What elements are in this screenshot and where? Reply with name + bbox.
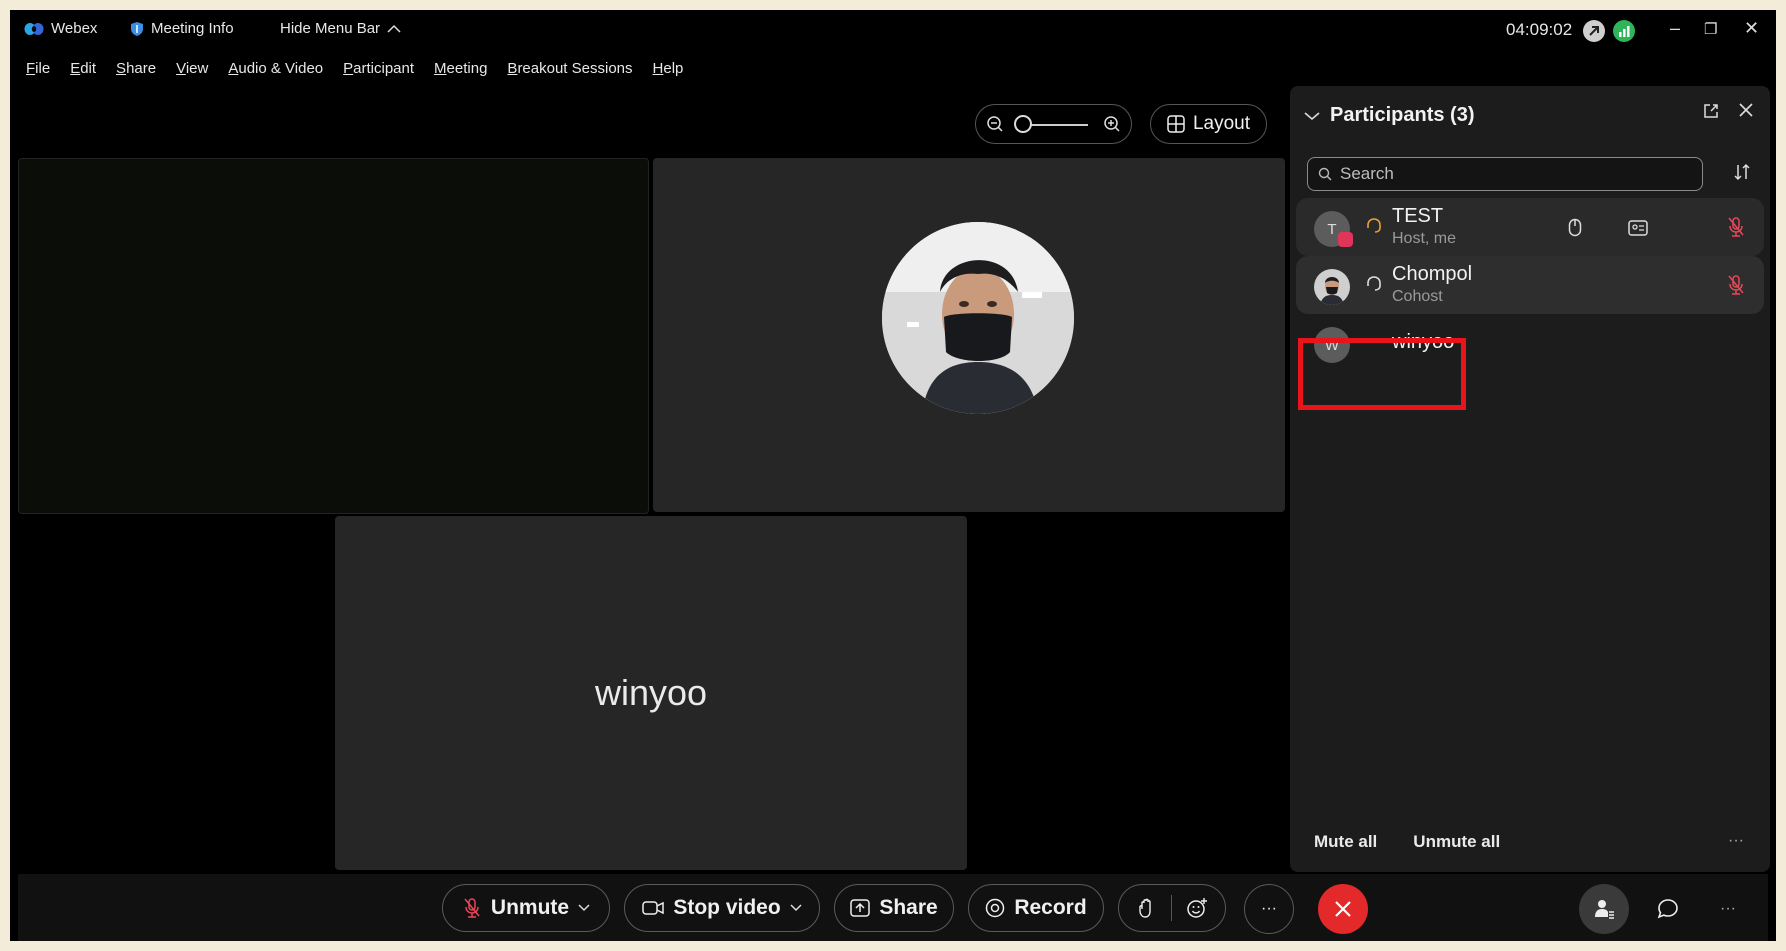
- meeting-controls-bar: Unmute Stop video Share Record ··· ···: [18, 874, 1768, 941]
- video-tile-winyoo[interactable]: winyoo: [335, 516, 967, 870]
- avatar-initial: T: [1327, 220, 1337, 238]
- avatar-chompol: [882, 222, 1074, 414]
- webex-app-menu[interactable]: Webex: [24, 20, 97, 37]
- layout-button[interactable]: Layout: [1150, 104, 1267, 144]
- chat-icon: [1657, 899, 1678, 919]
- reactions-group: [1118, 884, 1226, 932]
- headset-icon: [1367, 276, 1381, 291]
- chevron-up-icon: [387, 24, 401, 33]
- avatar-chompol-small: [1314, 269, 1350, 305]
- restore-icon[interactable]: ❐: [1704, 20, 1717, 38]
- menu-edit[interactable]: Edit: [70, 60, 96, 77]
- participant-row-test[interactable]: T TEST Host, me: [1296, 198, 1764, 256]
- connection-icon[interactable]: [1583, 20, 1605, 42]
- participant-role: Host, me: [1392, 230, 1457, 247]
- camera-icon: [642, 901, 665, 915]
- share-label: Share: [879, 896, 938, 919]
- meeting-clock: 04:09:02: [1506, 20, 1573, 39]
- zoom-slider-handle[interactable]: [1014, 115, 1032, 133]
- zoom-control: [975, 104, 1132, 144]
- menu-bar: File Edit Share View Audio & Video Parti…: [26, 60, 683, 77]
- menu-audio-video[interactable]: Audio & Video: [228, 60, 323, 77]
- meeting-info-button[interactable]: Meeting Info: [130, 20, 234, 37]
- presenter-badge-icon: [1338, 232, 1353, 247]
- participants-title: Participants (3): [1330, 104, 1475, 126]
- participant-search-input[interactable]: Search: [1307, 157, 1703, 191]
- share-screen-icon: [850, 899, 871, 917]
- menu-breakout-sessions[interactable]: Breakout Sessions: [507, 60, 632, 77]
- chevron-down-icon[interactable]: [790, 904, 802, 912]
- more-label: ···: [1261, 900, 1277, 917]
- webex-logo-icon: [24, 22, 44, 35]
- menu-meeting[interactable]: Meeting: [434, 60, 487, 77]
- muted-mic-icon[interactable]: [1726, 274, 1746, 296]
- webex-window: Webex Meeting Info Hide Menu Bar 04:09:0…: [10, 10, 1776, 941]
- meeting-info-label: Meeting Info: [151, 20, 234, 37]
- video-tile-self[interactable]: [18, 158, 649, 514]
- minimize-icon[interactable]: –: [1670, 18, 1680, 39]
- chat-button[interactable]: [1643, 884, 1693, 934]
- layout-label: Layout: [1192, 113, 1251, 134]
- title-bar: Webex Meeting Info Hide Menu Bar 04:09:0…: [10, 10, 1776, 52]
- grid-icon: [1167, 115, 1185, 133]
- stop-video-label: Stop video: [673, 896, 781, 919]
- unmute-label: Unmute: [490, 896, 570, 919]
- raise-hand-icon[interactable]: [1137, 897, 1157, 919]
- participants-panel: Participants (3) Search T TEST Host, me …: [1290, 86, 1770, 872]
- more-panels-button[interactable]: ···: [1703, 884, 1753, 934]
- app-name: Webex: [51, 20, 98, 37]
- participant-row-chompol[interactable]: Chompol Cohost: [1296, 256, 1764, 314]
- hide-menu-bar-label: Hide Menu Bar: [280, 20, 381, 37]
- zoom-in-icon[interactable]: [1103, 115, 1121, 133]
- muted-mic-icon[interactable]: [1726, 216, 1746, 238]
- close-icon: [1335, 901, 1351, 917]
- participants-header[interactable]: Participants (3): [1304, 104, 1474, 127]
- record-button[interactable]: Record: [968, 884, 1104, 932]
- search-placeholder: Search: [1340, 164, 1394, 183]
- network-health-icon[interactable]: [1613, 20, 1635, 42]
- hide-menu-bar-button[interactable]: Hide Menu Bar: [280, 20, 401, 37]
- highlight-box: [1298, 338, 1466, 410]
- share-button[interactable]: Share: [834, 884, 954, 932]
- muted-mic-icon: [464, 898, 480, 918]
- participant-name: TEST: [1392, 205, 1444, 227]
- end-meeting-button[interactable]: [1318, 884, 1368, 934]
- unmute-all-button[interactable]: Unmute all: [1413, 832, 1500, 852]
- search-icon: [1318, 167, 1332, 181]
- more-panels-label: ···: [1720, 900, 1736, 917]
- mouse-icon[interactable]: [1568, 218, 1582, 238]
- shield-icon: [131, 21, 143, 36]
- menu-view[interactable]: View: [176, 60, 208, 77]
- record-icon: [986, 898, 1005, 918]
- close-panel-icon[interactable]: [1738, 102, 1754, 118]
- menu-share[interactable]: Share: [116, 60, 156, 77]
- close-window-icon[interactable]: ✕: [1744, 18, 1759, 39]
- tile-participant-name: winyoo: [594, 672, 708, 713]
- record-label: Record: [1014, 896, 1087, 919]
- sort-icon[interactable]: [1732, 162, 1752, 182]
- panel-more-options-button[interactable]: ···: [1728, 832, 1744, 850]
- menu-participant[interactable]: Participant: [343, 60, 414, 77]
- stop-video-button[interactable]: Stop video: [624, 884, 820, 932]
- participants-toggle-button[interactable]: [1579, 884, 1629, 934]
- chevron-down-icon[interactable]: [578, 904, 590, 912]
- menu-file[interactable]: File: [26, 60, 50, 77]
- emoji-reaction-icon[interactable]: [1186, 897, 1208, 919]
- unmute-button[interactable]: Unmute: [442, 884, 610, 932]
- mute-all-button[interactable]: Mute all: [1314, 832, 1377, 852]
- chevron-down-icon: [1304, 111, 1320, 120]
- participant-name: Chompol: [1392, 263, 1473, 285]
- zoom-out-icon[interactable]: [986, 115, 1004, 133]
- divider: [1170, 895, 1172, 921]
- headset-icon: [1367, 218, 1381, 233]
- menu-help[interactable]: Help: [653, 60, 684, 77]
- id-card-icon[interactable]: [1628, 220, 1648, 236]
- participant-role: Cohost: [1392, 288, 1443, 305]
- video-tile-chompol[interactable]: [653, 158, 1285, 512]
- participants-icon: [1595, 900, 1614, 919]
- more-options-button[interactable]: ···: [1244, 884, 1294, 934]
- pop-out-icon[interactable]: [1702, 102, 1720, 120]
